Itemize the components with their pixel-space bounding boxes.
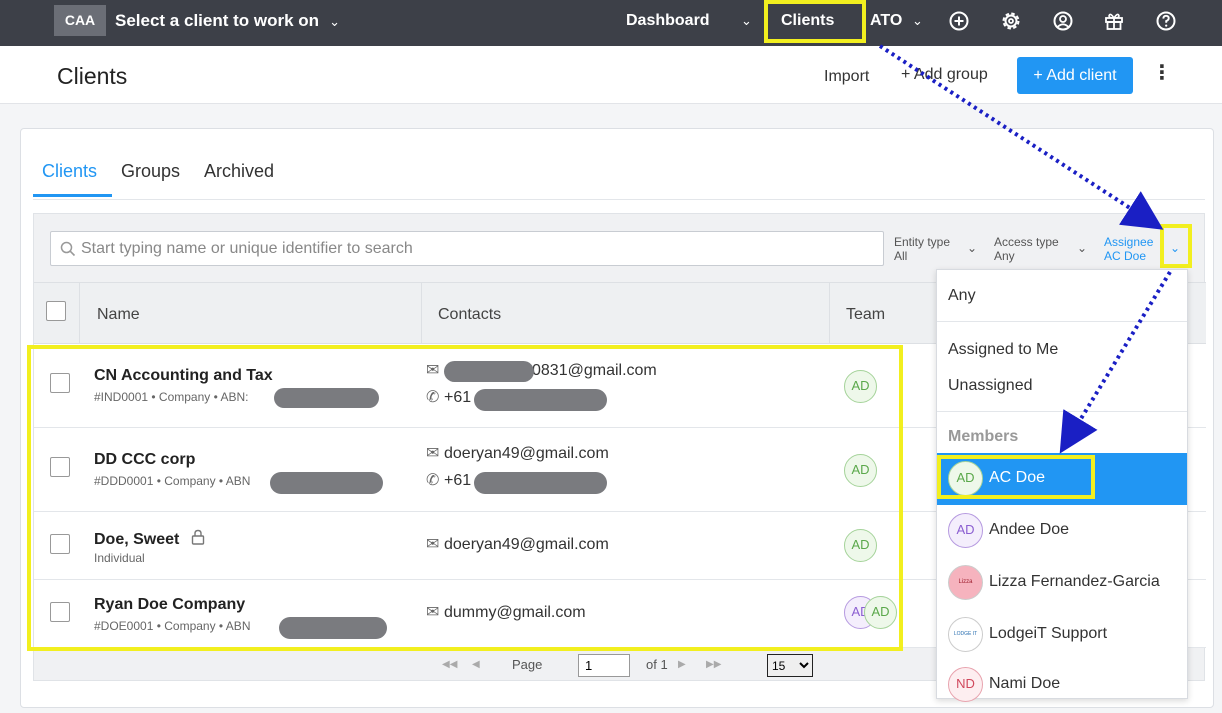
chevron-down-icon[interactable]: ⌄ [912,13,923,29]
chevron-down-icon[interactable]: ⌄ [741,13,752,29]
access-type-label: Access type [994,235,1059,249]
assignee-label: Assignee [1104,235,1154,249]
highlight-assignee-toggle [1160,224,1192,268]
page-size-select[interactable]: 15 [767,654,813,677]
member-name: Andee Doe [989,521,1070,538]
chevron-down-icon: ⌄ [329,14,340,29]
avatar: Lizza [948,565,983,600]
add-group-button[interactable]: + Add group [901,66,988,84]
column-header-name[interactable]: Name [97,306,140,324]
access-type-filter[interactable]: Access type Any [994,235,1059,263]
client-selector[interactable]: Select a client to work on ⌄ [115,11,340,31]
page-number-input[interactable] [578,654,630,677]
members-heading: Members [948,428,1019,445]
dropdown-divider [937,411,1187,412]
assignee-filter[interactable]: Assignee AC Doe [1104,235,1153,263]
entity-type-label: Entity type [894,235,951,249]
highlight-selected-member [937,455,1095,499]
member-option[interactable]: LODGE IT LodgeiT Support [937,609,1187,661]
column-divider [79,283,80,343]
member-option[interactable]: AD Andee Doe [937,505,1187,557]
search-input[interactable] [81,232,871,265]
highlight-client-rows [27,345,903,651]
member-option[interactable]: ND Nami Doe [937,661,1187,713]
nav-dashboard[interactable]: Dashboard [626,12,710,30]
entity-type-filter[interactable]: Entity type All [894,235,950,263]
select-all-checkbox[interactable] [46,301,66,321]
column-divider [421,283,422,343]
previous-page-icon[interactable]: ◀ [472,659,480,670]
assignee-value: AC Doe [1104,249,1147,263]
add-client-button[interactable]: + Add client [1017,57,1133,94]
chevron-down-icon[interactable]: ⌄ [1077,241,1087,255]
nav-ato[interactable]: ATO [870,12,902,30]
option-any[interactable]: Any [937,287,1187,305]
member-name: Nami Doe [989,675,1061,692]
tabs-divider [33,199,1205,200]
member-name: LodgeiT Support [989,625,1108,642]
page-header: Clients Import + Add group + Add client … [0,46,1222,104]
option-unassigned[interactable]: Unassigned [937,377,1187,395]
chevron-down-icon[interactable]: ⌄ [967,241,977,255]
page-label: Page [512,657,543,672]
user-icon[interactable] [1052,10,1074,32]
access-type-value: Any [994,249,1015,263]
page-count: of 1 [646,657,668,672]
tab-archived[interactable]: Archived [204,161,274,182]
brand-logo[interactable]: CAA [54,5,106,36]
column-header-team[interactable]: Team [846,306,885,324]
option-assigned-to-me[interactable]: Assigned to Me [937,341,1187,359]
entity-type-value: All [894,249,908,263]
highlight-clients [764,0,866,43]
more-options-icon[interactable]: ⋮ [1152,60,1172,85]
first-page-icon[interactable]: ◀◀ [442,659,457,670]
help-icon[interactable] [1155,10,1177,32]
member-option[interactable]: Lizza Lizza Fernandez-Garcia [937,557,1187,609]
column-divider [829,283,830,343]
add-circle-icon[interactable] [948,10,970,32]
dropdown-divider [937,321,1187,322]
gear-icon[interactable] [1000,10,1022,32]
tab-groups[interactable]: Groups [121,161,180,182]
next-page-icon[interactable]: ▶ [678,659,686,670]
search-icon [60,241,76,257]
top-navigation-bar: CAA Select a client to work on ⌄ Dashboar… [0,0,1222,46]
last-page-icon[interactable]: ▶▶ [706,659,721,670]
avatar: LODGE IT [948,617,983,652]
member-name: Lizza Fernandez-Garcia [989,573,1160,590]
search-box[interactable] [50,231,884,266]
avatar: ND [948,667,983,702]
client-selector-label: Select a client to work on [115,11,320,30]
page-title: Clients [57,63,128,89]
active-tab-indicator [33,194,112,197]
tab-clients[interactable]: Clients [42,161,97,182]
gift-icon[interactable] [1103,10,1125,32]
column-header-contacts[interactable]: Contacts [438,306,501,324]
import-button[interactable]: Import [824,68,869,86]
avatar: AD [948,513,983,548]
